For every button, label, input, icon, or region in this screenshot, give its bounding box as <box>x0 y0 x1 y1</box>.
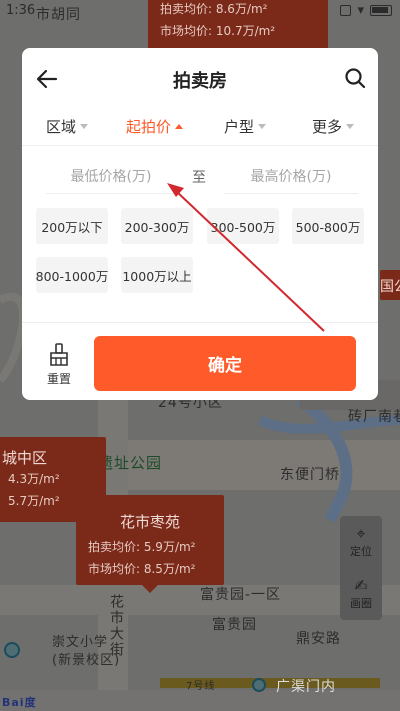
auction-avg-price: 拍卖均价: 5.9万/m² <box>88 540 196 554</box>
draw-circle-icon: ✍ <box>354 576 368 595</box>
price-chip[interactable]: 300-500万 <box>207 208 279 244</box>
price-chip[interactable]: 1000万以上 <box>121 257 193 293</box>
notification-icon <box>340 5 352 16</box>
confirm-button[interactable]: 确定 <box>94 336 356 391</box>
price-chip[interactable]: 800-1000万 <box>36 257 108 293</box>
locate-button[interactable]: ⌖ 定位 <box>340 516 382 568</box>
dropdown-triangle-icon <box>80 124 89 129</box>
tab-label: 户型 <box>224 118 255 136</box>
map-price-card[interactable]: 拍卖均价: 8.6万/m² 市场均价: 10.7万/m² <box>148 0 328 50</box>
dialog-header: 拍卖房 <box>22 48 378 110</box>
area-name: 花市枣苑 <box>119 513 180 531</box>
tab-label: 区域 <box>46 118 77 136</box>
area-name: 城中区 <box>2 449 48 467</box>
baidu-logo: Bai度 <box>2 696 37 709</box>
auction-avg-price: 4.3万/m² <box>8 472 60 486</box>
status-time: 1:36 <box>6 3 36 18</box>
max-price-input[interactable] <box>224 160 358 194</box>
map-label: 市胡同 <box>36 7 81 23</box>
locate-icon: ⌖ <box>356 524 366 543</box>
search-icon[interactable] <box>344 67 366 89</box>
subway-icon <box>252 678 266 692</box>
draw-circle-button[interactable]: ✍ 画圈 <box>340 568 382 620</box>
wifi-icon: ▾ <box>357 3 364 18</box>
price-range: 至 <box>22 146 378 208</box>
map-label: 砖厂南巷 <box>348 409 400 425</box>
market-avg-price: 市场均价: 10.7万/m² <box>160 24 276 38</box>
map-label: 富贵园 <box>212 617 257 633</box>
dropdown-triangle-icon <box>346 124 355 129</box>
map-tools: ⌖ 定位 ✍ 画圈 <box>340 516 382 620</box>
map-label: 鼎安路 <box>296 631 341 647</box>
price-chip[interactable]: 500-800万 <box>292 208 364 244</box>
page-title: 拍卖房 <box>173 71 227 92</box>
map-price-card[interactable]: 国公 <box>380 270 400 300</box>
market-avg-price: 市场均价: 8.5万/m² <box>88 562 196 576</box>
dropdown-triangle-icon <box>258 124 267 129</box>
filter-tabs: 区域 起拍价 户型 更多 <box>22 110 378 146</box>
dialog-footer: 重置 确定 <box>22 322 378 400</box>
price-presets: 200万以下 200-300万 300-500万 500-800万 800-10… <box>22 208 378 326</box>
map-label: 东便门桥 <box>280 467 340 483</box>
tab-starting-price[interactable]: 起拍价 <box>126 116 184 137</box>
status-icons: ▾ <box>340 3 392 18</box>
battery-icon <box>370 5 392 16</box>
area-name: 国公 <box>380 279 400 295</box>
price-chip[interactable]: 200-300万 <box>121 208 193 244</box>
price-chip[interactable]: 200万以下 <box>36 208 108 244</box>
dropdown-triangle-icon <box>175 124 184 129</box>
auction-filter-dialog: 拍卖房 区域 起拍价 户型 更多 至 200万以下 200-300万 30 <box>22 48 378 400</box>
poi-marker-icon <box>4 642 20 658</box>
broom-icon <box>50 343 68 366</box>
locate-label: 定位 <box>350 545 372 558</box>
map-label: 富贵园-一区 <box>200 587 282 603</box>
tab-label: 更多 <box>312 118 343 136</box>
map-label: 花市大街 <box>108 594 124 658</box>
tab-label: 起拍价 <box>126 118 172 136</box>
tab-more[interactable]: 更多 <box>312 116 355 137</box>
auction-avg-price: 拍卖均价: 8.6万/m² <box>160 2 268 16</box>
reset-label: 重置 <box>46 372 71 386</box>
draw-circle-label: 画圈 <box>350 597 372 610</box>
tab-layout[interactable]: 户型 <box>224 116 267 137</box>
map-price-card[interactable]: 花市枣苑 拍卖均价: 5.9万/m² 市场均价: 8.5万/m² <box>76 495 224 593</box>
range-separator: 至 <box>192 170 206 186</box>
map-label: 广渠门内 <box>276 679 336 695</box>
map-label: 7号线 <box>186 681 216 692</box>
tab-region[interactable]: 区域 <box>46 116 89 137</box>
reset-button[interactable]: 重置 <box>42 343 76 387</box>
min-price-input[interactable] <box>46 160 176 194</box>
